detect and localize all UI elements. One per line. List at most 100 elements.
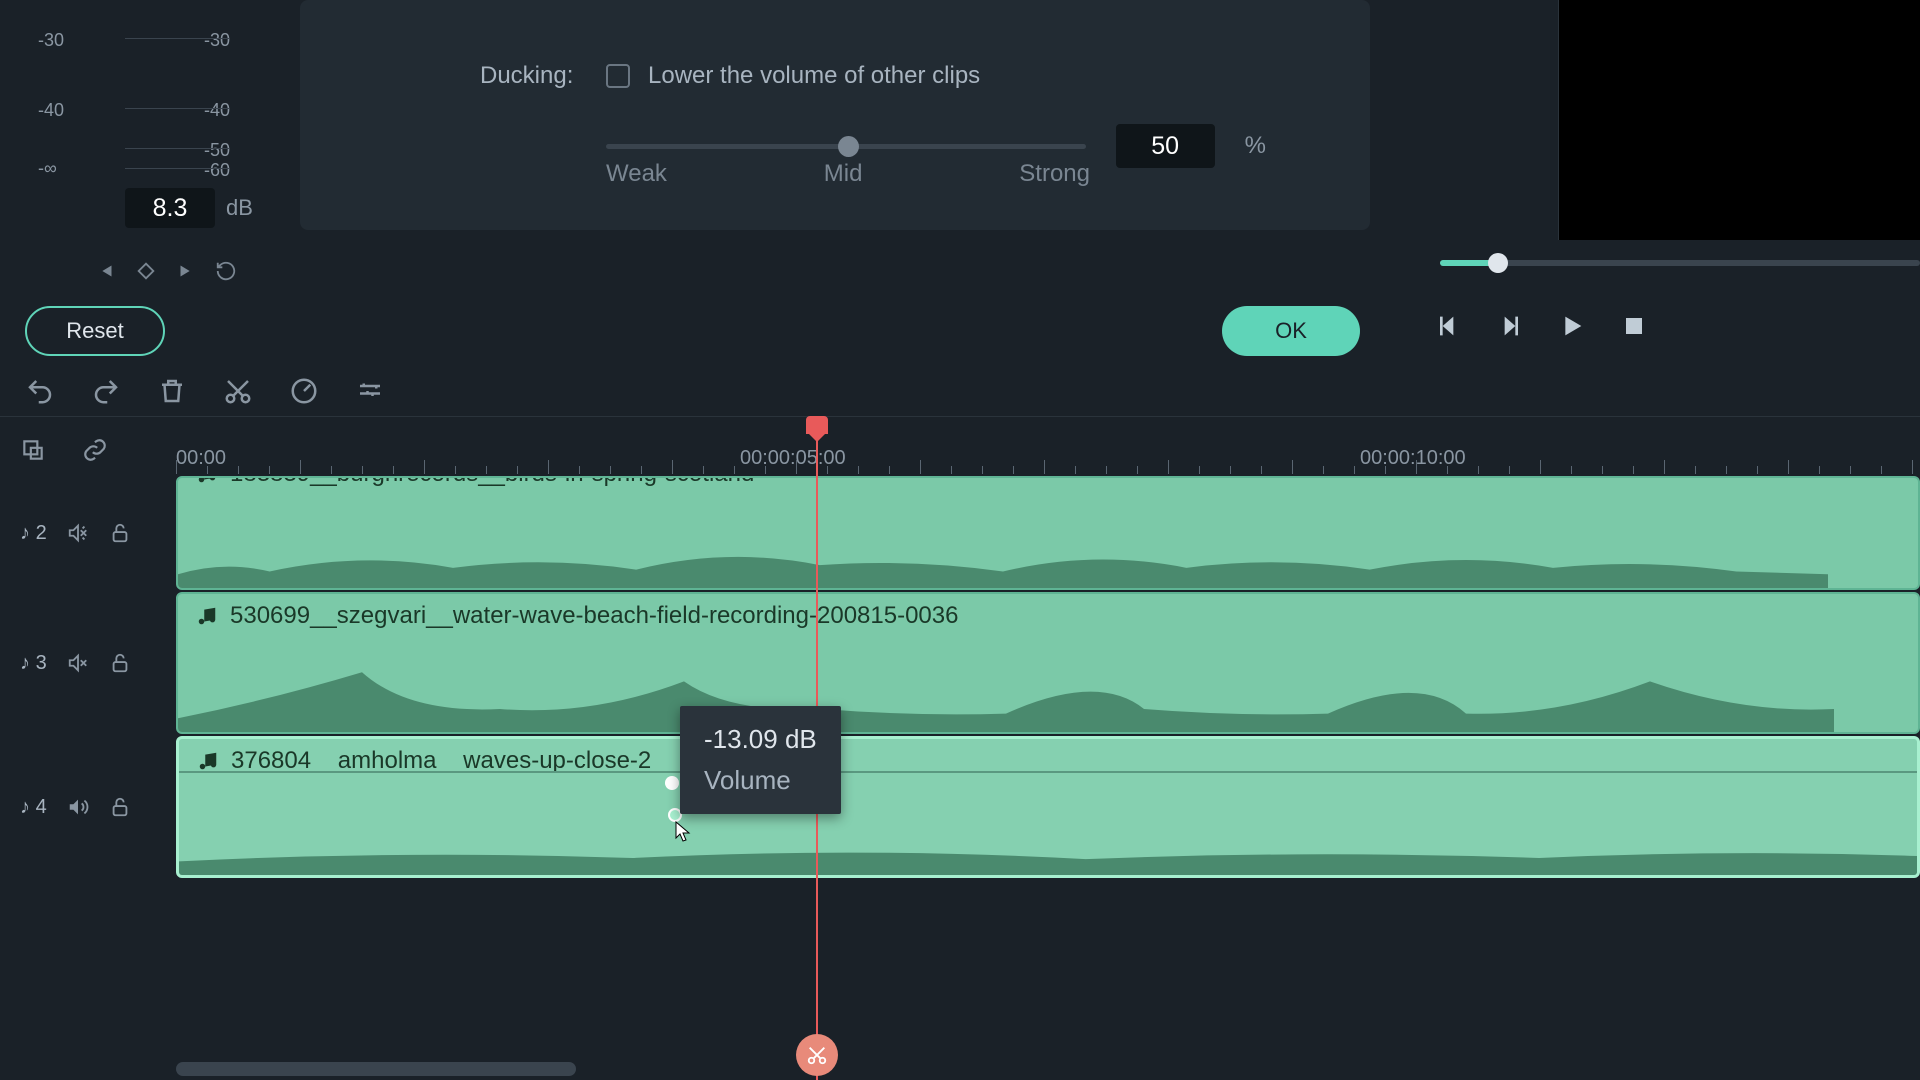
- ruler-tick: [982, 466, 983, 474]
- redo-icon[interactable]: [91, 376, 121, 406]
- ruler-tick: [1633, 466, 1634, 474]
- timeline-scrollbar[interactable]: [176, 1062, 576, 1076]
- audio-clip[interactable]: 530699__szegvari__water-wave-beach-field…: [176, 592, 1920, 734]
- ruler-tick: [517, 466, 518, 474]
- volume-icon[interactable]: [67, 796, 89, 818]
- ruler-tick: [1292, 460, 1293, 474]
- playhead-handle[interactable]: [806, 416, 828, 434]
- ruler-tick: [1695, 466, 1696, 474]
- slider-mark-weak: Weak: [606, 160, 667, 188]
- waveform: [179, 807, 1920, 875]
- music-note-icon: [197, 750, 219, 772]
- select-mode-icon[interactable]: [20, 437, 46, 463]
- top-panel: -30 -30 -40 -40 -50 -∞ -60 8.3 dB Reset …: [0, 0, 1920, 360]
- ruler-tick: [1509, 466, 1510, 474]
- ruler-tick: [1912, 460, 1913, 474]
- lock-icon[interactable]: [109, 652, 131, 674]
- delete-icon[interactable]: [157, 376, 187, 406]
- ruler-tick: [1447, 466, 1448, 474]
- stop-button[interactable]: [1618, 310, 1650, 342]
- toggle-keyframe-icon[interactable]: [135, 260, 157, 282]
- timeline-ruler[interactable]: 00:00 00:00:05:00 00:00:10:00: [0, 416, 1920, 474]
- speed-icon[interactable]: [289, 376, 319, 406]
- track-header: ♪ 4: [0, 736, 176, 878]
- play-button[interactable]: [1556, 310, 1588, 342]
- ruler-tick: [889, 466, 890, 474]
- meter-gridline: [125, 38, 230, 39]
- step-back-button[interactable]: [1432, 310, 1464, 342]
- ruler-tick: [238, 466, 239, 474]
- meter-scale-left: -30: [38, 30, 64, 51]
- ruler-tick: [641, 466, 642, 474]
- ruler-tick: [362, 466, 363, 474]
- split-scissors-button[interactable]: [796, 1034, 838, 1076]
- ruler-tick: [610, 466, 611, 474]
- ok-button[interactable]: OK: [1222, 306, 1360, 356]
- audio-clip[interactable]: 183839__burghrecords__birds-in-spring-sc…: [176, 476, 1920, 590]
- ruler-tick: [1416, 460, 1417, 474]
- clip-title: 183839__burghrecords__birds-in-spring-sc…: [196, 476, 754, 488]
- ruler-tick: [424, 460, 425, 474]
- ducking-checkbox[interactable]: [606, 64, 630, 88]
- lock-icon[interactable]: [109, 522, 131, 544]
- ruler-tick: [827, 466, 828, 474]
- ruler-tick: [1540, 460, 1541, 474]
- ducking-percent-label: %: [1245, 132, 1266, 160]
- ruler-tick: [1850, 466, 1851, 474]
- ruler-tick: [796, 460, 797, 474]
- ruler-tick: [1323, 466, 1324, 474]
- reset-button[interactable]: Reset: [25, 306, 165, 356]
- ruler-tick: [1819, 466, 1820, 474]
- ruler-tick: [548, 460, 549, 474]
- mute-icon[interactable]: [67, 522, 89, 544]
- ducking-value-input[interactable]: 50: [1116, 124, 1215, 168]
- mute-icon[interactable]: [67, 652, 89, 674]
- track-header: ♪ 3: [0, 592, 176, 734]
- ruler-tick: [1571, 466, 1572, 474]
- prev-keyframe-icon[interactable]: [95, 260, 117, 282]
- audio-clip-selected[interactable]: 376804__amholma__waves-up-close-2: [176, 736, 1920, 878]
- reset-keyframe-icon[interactable]: [215, 260, 237, 282]
- clip-title: 530699__szegvari__water-wave-beach-field…: [196, 602, 958, 630]
- ruler-tick: [1168, 460, 1169, 474]
- volume-envelope-line[interactable]: [179, 771, 1917, 773]
- preview-slider[interactable]: [1440, 260, 1920, 270]
- ruler-tick: [1881, 466, 1882, 474]
- track-row: ♪ 2 183839__burghrecords__birds-in-sprin…: [0, 476, 1920, 592]
- timeline-tracks: ♪ 2 183839__burghrecords__birds-in-sprin…: [0, 476, 1920, 1080]
- next-keyframe-icon[interactable]: [175, 260, 197, 282]
- ruler-tick: [1664, 460, 1665, 474]
- track-row: ♪ 3 530699__szegvari__water-wave-beach-f…: [0, 592, 1920, 736]
- filters-icon[interactable]: [355, 376, 385, 406]
- ruler-tick: [393, 466, 394, 474]
- ducking-slider-thumb[interactable]: [838, 136, 859, 157]
- music-note-icon: [196, 476, 218, 485]
- cut-icon[interactable]: [223, 376, 253, 406]
- meter-gridline: [125, 108, 230, 109]
- ruler-tick: [1106, 466, 1107, 474]
- mouse-cursor-icon: [672, 820, 696, 844]
- ruler-tick: [765, 466, 766, 474]
- ruler-tick: [858, 466, 859, 474]
- ruler-tick: [1757, 466, 1758, 474]
- step-forward-button[interactable]: [1494, 310, 1526, 342]
- db-unit-label: dB: [226, 195, 253, 221]
- slider-mark-strong: Strong: [1019, 160, 1090, 188]
- ducking-checkbox-label: Lower the volume of other clips: [648, 62, 980, 90]
- meter-scale-right: -40: [204, 100, 230, 121]
- meter-gridline: [125, 168, 230, 169]
- volume-keyframe-point[interactable]: [665, 776, 679, 790]
- link-icon[interactable]: [82, 437, 108, 463]
- ruler-tick: [455, 466, 456, 474]
- ruler-tick: [1075, 466, 1076, 474]
- lock-icon[interactable]: [109, 796, 131, 818]
- ruler-tick: [1354, 466, 1355, 474]
- preview-slider-thumb[interactable]: [1488, 253, 1508, 273]
- undo-icon[interactable]: [25, 376, 55, 406]
- db-value-input[interactable]: 8.3: [125, 188, 215, 228]
- ducking-label: Ducking:: [480, 62, 573, 90]
- ruler-tick: [1013, 466, 1014, 474]
- meter-gridline: [125, 148, 230, 149]
- playback-controls: [1432, 310, 1650, 342]
- ducking-slider-track[interactable]: [606, 144, 1086, 149]
